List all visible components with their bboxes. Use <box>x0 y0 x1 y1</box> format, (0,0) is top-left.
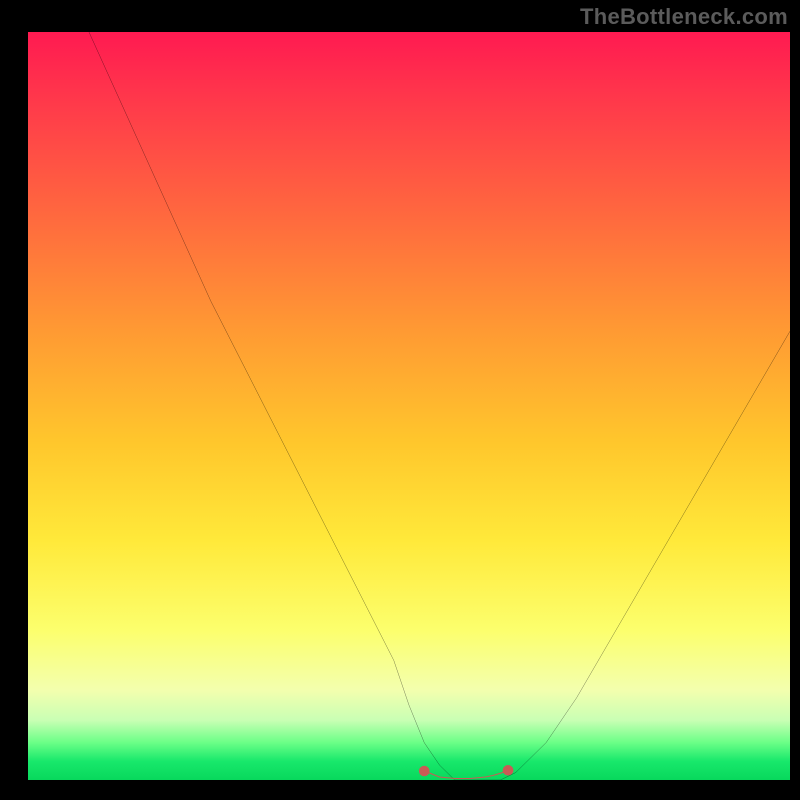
bottleneck-curve-path <box>89 32 790 780</box>
plot-area <box>28 32 790 780</box>
chart-frame: TheBottleneck.com <box>0 0 800 800</box>
chart-svg <box>28 32 790 780</box>
optimal-band-marker-path <box>424 770 508 778</box>
optimal-band-end-dot <box>503 765 514 775</box>
watermark-text: TheBottleneck.com <box>580 4 788 30</box>
optimal-band-start-dot <box>419 766 430 776</box>
